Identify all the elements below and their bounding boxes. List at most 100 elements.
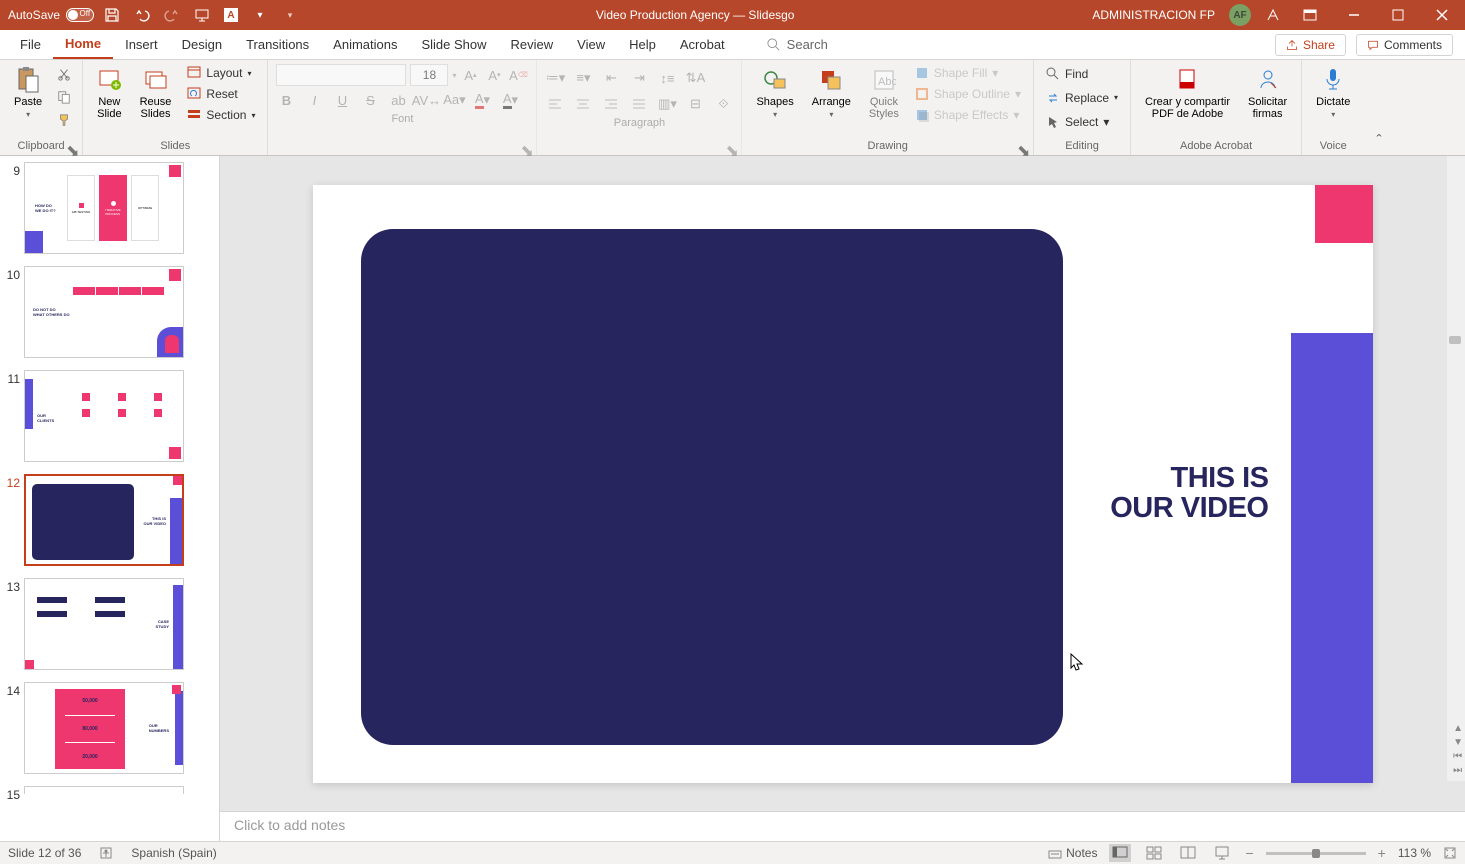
close-button[interactable] [1427,5,1457,25]
autosave-toggle[interactable]: AutoSave Off [8,8,94,22]
tab-slide-show[interactable]: Slide Show [409,30,498,59]
smartart-icon[interactable]: ⟐ [713,94,733,114]
underline-icon[interactable]: U [332,90,352,110]
shapes-button[interactable]: Shapes▾ [750,64,799,123]
thumbnail-11[interactable]: 11 OURCLIENTS [4,370,215,462]
section-button[interactable]: Section ▾ [183,106,259,124]
slide-sorter-view-icon[interactable] [1143,844,1165,862]
new-slide-button[interactable]: New Slide [91,64,127,124]
italic-icon[interactable]: I [304,90,324,110]
shape-fill-button[interactable]: Shape Fill ▾ [911,64,1025,82]
notes-pane[interactable]: Click to add notes [220,811,1465,841]
request-signatures-button[interactable]: Solicitar firmas [1242,64,1293,124]
paste-button[interactable]: Paste ▾ [8,64,48,123]
select-button[interactable]: Select ▾ [1042,113,1122,131]
thumbnail-10[interactable]: 10 DO NOT DOWHAT OTHERS DO [4,266,215,358]
prev-slide-icon[interactable]: ⏮ [1453,751,1463,762]
thumb-slide-12[interactable]: THIS ISOUR VIDEO [24,474,184,566]
align-right-icon[interactable] [601,94,621,114]
decorative-pink-square[interactable] [1315,185,1373,243]
font-launcher-icon[interactable]: ⬊ [520,141,532,153]
tab-transitions[interactable]: Transitions [234,30,321,59]
numbering-icon[interactable]: ≡▾ [573,68,593,88]
reading-view-icon[interactable] [1177,844,1199,862]
user-avatar[interactable]: AF [1229,4,1251,26]
thumb-slide-15[interactable] [24,786,184,794]
align-left-icon[interactable] [545,94,565,114]
minimize-button[interactable] [1339,5,1369,25]
language-status[interactable]: Spanish (Spain) [131,846,216,860]
align-center-icon[interactable] [573,94,593,114]
thumbnail-12[interactable]: 12 THIS ISOUR VIDEO [4,474,215,566]
tab-insert[interactable]: Insert [113,30,170,59]
save-icon[interactable] [104,7,120,23]
tab-view[interactable]: View [565,30,617,59]
layout-button[interactable]: Layout ▾ [183,64,259,82]
font-name-input[interactable] [276,64,406,86]
zoom-level[interactable]: 113 % [1398,846,1431,860]
thumb-slide-14[interactable]: 50,000 80,000 20,000 OURNUMBERS [24,682,184,774]
character-spacing-icon[interactable]: AV↔ [416,90,436,110]
find-button[interactable]: Find [1042,65,1122,83]
vertical-scrollbar[interactable] [1447,156,1465,781]
fit-to-window-icon[interactable] [1443,846,1457,860]
toggle-switch[interactable]: Off [66,8,94,22]
qat-dropdown-icon[interactable]: ▾ [252,7,268,23]
arrange-button[interactable]: Arrange▾ [806,64,857,123]
bold-icon[interactable]: B [276,90,296,110]
font-color-icon[interactable]: A▾ [472,90,492,110]
tab-home[interactable]: Home [53,30,113,59]
drawing-launcher-icon[interactable]: ⬊ [1017,141,1029,153]
tab-design[interactable]: Design [170,30,234,59]
text-direction-icon[interactable]: ⇅A [685,68,705,88]
decorative-purple-bar[interactable] [1291,333,1373,783]
decrease-font-icon[interactable]: A▾ [484,65,504,85]
qat-customize-icon[interactable]: ▾ [282,7,298,23]
align-text-icon[interactable]: ⊟ [685,94,705,114]
thumb-slide-9[interactable]: HOW DOWE DO IT? A/B TESTING ITERATIVEPRO… [24,162,184,254]
cut-icon[interactable] [54,64,74,84]
share-button[interactable]: Share [1275,34,1346,56]
shape-outline-button[interactable]: Shape Outline ▾ [911,85,1025,103]
coming-soon-icon[interactable] [1265,7,1281,23]
font-size-input[interactable] [410,64,448,86]
tab-file[interactable]: File [8,30,53,59]
change-case-icon[interactable]: Aa▾ [444,90,464,110]
comments-button[interactable]: Comments [1356,34,1453,56]
thumbnail-14[interactable]: 14 50,000 80,000 20,000 OURNUMBERS [4,682,215,774]
columns-icon[interactable]: ▥▾ [657,94,677,114]
justify-icon[interactable] [629,94,649,114]
font-a-icon[interactable]: A [224,8,238,22]
increase-font-icon[interactable]: A▴ [460,65,480,85]
reuse-slides-button[interactable]: Reuse Slides [134,64,178,124]
accessibility-icon[interactable] [99,846,113,860]
tab-animations[interactable]: Animations [321,30,409,59]
tab-acrobat[interactable]: Acrobat [668,30,737,59]
clear-formatting-icon[interactable]: A⌫ [508,65,528,85]
format-painter-icon[interactable] [54,110,74,130]
canvas-wrap[interactable]: THIS IS OUR VIDEO ▲ ▼ ⏮ ⏭ [220,156,1465,811]
highlight-icon[interactable]: A▾ [500,90,520,110]
strikethrough-icon[interactable]: S [360,90,380,110]
undo-icon[interactable] [134,7,150,23]
thumbnail-13[interactable]: 13 CASESTUDY [4,578,215,670]
slide-title-text[interactable]: THIS IS OUR VIDEO [1110,463,1268,524]
slide-canvas[interactable]: THIS IS OUR VIDEO [313,185,1373,783]
shadow-icon[interactable]: ab [388,90,408,110]
copy-icon[interactable] [54,87,74,107]
notes-toggle[interactable]: Notes [1048,846,1097,860]
thumb-slide-10[interactable]: DO NOT DOWHAT OTHERS DO [24,266,184,358]
collapse-ribbon-icon[interactable]: ˆ [1368,129,1389,155]
user-name[interactable]: ADMINISTRACION FP [1092,8,1215,22]
scroll-up-icon[interactable]: ▲ [1453,723,1463,734]
replace-button[interactable]: Replace ▾ [1042,89,1122,107]
next-slide-icon[interactable]: ⏭ [1453,765,1463,776]
ribbon-display-icon[interactable] [1295,5,1325,25]
video-placeholder[interactable] [361,229,1063,745]
dictate-button[interactable]: Dictate▾ [1310,64,1356,123]
thumbnail-9[interactable]: 9 HOW DOWE DO IT? A/B TESTING ITERATIVEP… [4,162,215,254]
bullets-icon[interactable]: ≔▾ [545,68,565,88]
reset-button[interactable]: Reset [183,85,259,103]
quick-styles-button[interactable]: Abc Quick Styles [863,64,905,124]
tab-review[interactable]: Review [499,30,566,59]
